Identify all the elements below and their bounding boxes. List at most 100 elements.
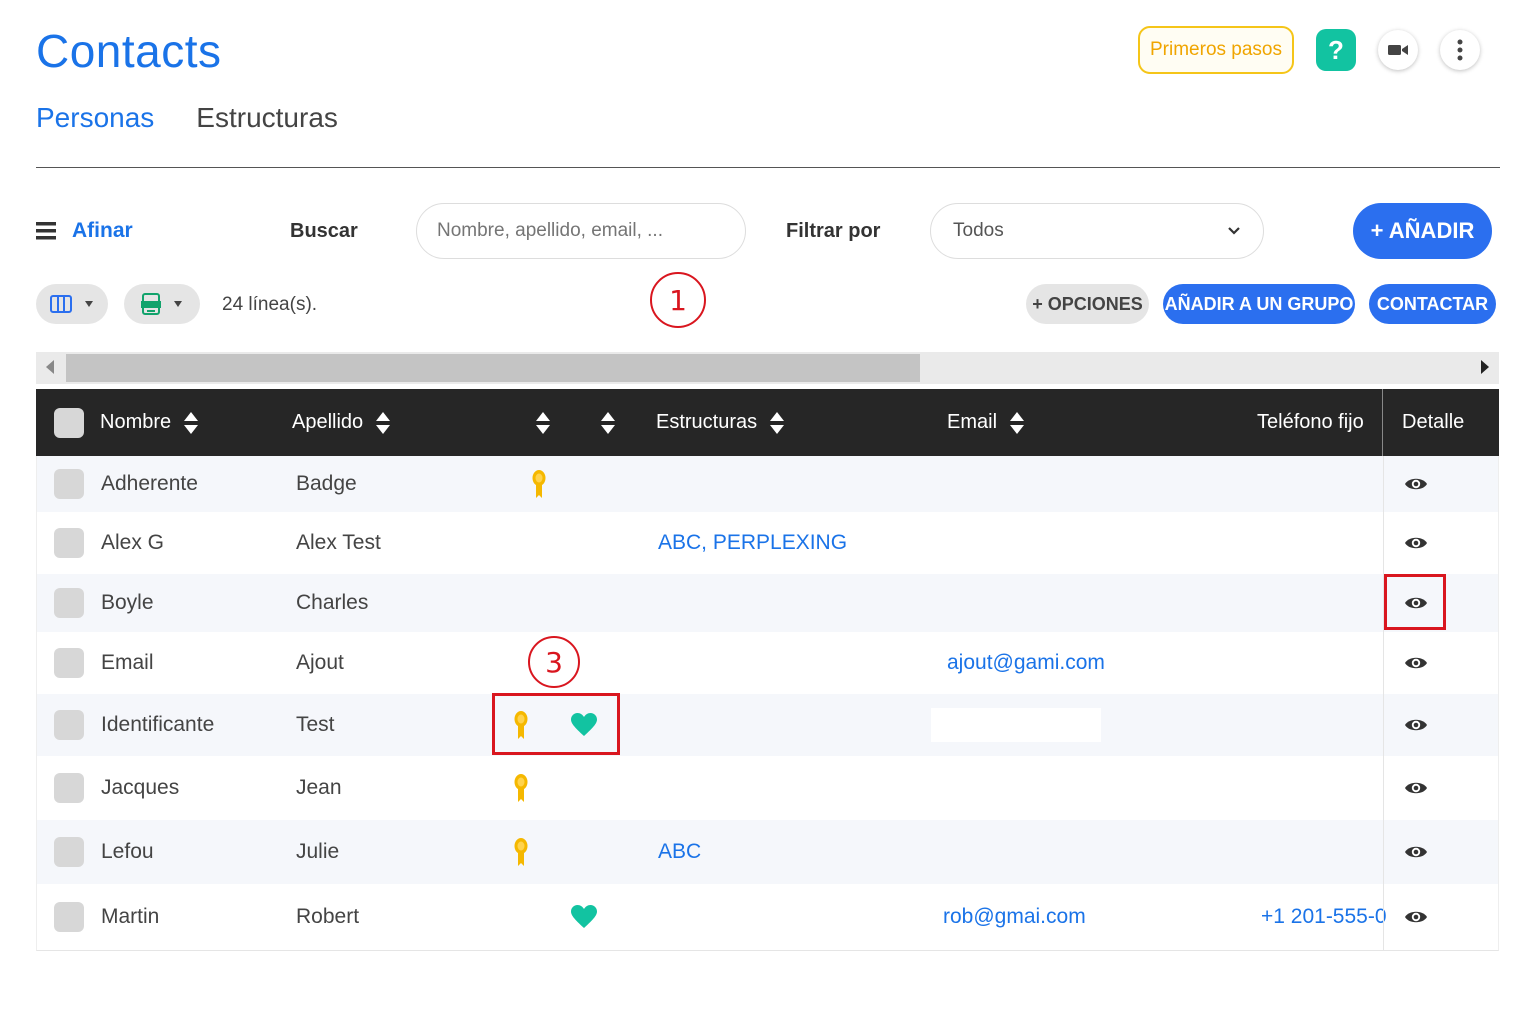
redacted-email [931,694,1101,756]
row-checkbox[interactable] [54,710,84,740]
menu-icon [36,222,56,240]
table-row[interactable]: Adherente Badge [37,456,1498,512]
select-all-checkbox[interactable] [54,407,84,438]
search-input[interactable] [416,203,746,259]
row-count: 24 línea(s). [222,294,318,315]
row-checkbox[interactable] [54,837,84,867]
detail-button[interactable] [1404,820,1428,884]
sort-icon [601,411,615,434]
cell-apellido: Alex Test [296,531,381,554]
add-button[interactable]: + AÑADIR [1353,203,1492,259]
column-apellido[interactable]: Apellido [292,389,391,456]
detail-button[interactable] [1404,512,1428,574]
column-label: Nombre [100,411,172,433]
heart-icon [571,905,597,928]
caret-down-icon [85,301,93,307]
column-label: Email [947,411,998,433]
badge-cell [513,820,529,884]
award-badge-icon [514,774,528,802]
row-checkbox[interactable] [54,588,84,618]
column-separator [1383,456,1384,512]
annotation-box-3 [492,693,620,755]
table-row[interactable]: Email Ajout ajout@gami.com [37,632,1498,694]
afinar-toggle[interactable]: Afinar [36,219,133,243]
tab-personas[interactable]: Personas [36,102,154,134]
row-checkbox[interactable] [54,902,84,932]
add-to-group-button[interactable]: AÑADIR A UN GRUPO [1163,284,1355,324]
column-label: Estructuras [656,411,758,433]
cell-apellido: Julie [296,840,340,863]
cell-apellido: Charles [296,591,369,614]
cell-nombre: Email [101,651,154,674]
favorite-cell[interactable] [571,884,597,950]
filter-value: Todos [953,220,1004,241]
caret-down-icon [174,301,182,307]
row-checkbox[interactable] [54,648,84,678]
annotation-box-2 [1384,574,1446,630]
contact-button[interactable]: CONTACTAR [1369,284,1496,324]
detail-button[interactable] [1404,632,1428,694]
column-detalle: Detalle [1402,411,1465,433]
sort-icon [184,411,199,434]
column-telefono[interactable]: Teléfono fijo [1257,389,1364,456]
scroll-right-arrow[interactable] [1481,360,1489,374]
table-row[interactable]: Lefou Julie ABC [37,820,1498,884]
badge-cell [513,756,529,820]
column-favorite[interactable] [600,389,616,456]
cell-nombre: Adherente [101,472,198,495]
badge-cell [531,456,547,512]
detail-button[interactable] [1404,884,1428,950]
eye-icon [1405,657,1427,669]
eye-icon [1405,782,1427,794]
scroll-left-arrow[interactable] [46,360,54,374]
cell-nombre: Identificante [101,713,215,736]
table-row[interactable]: Martin Robert rob@gmai.com +1 201-555-0 [37,884,1498,950]
horizontal-scrollbar[interactable] [36,352,1499,384]
tab-bar: Personas Estructuras [36,102,338,134]
afinar-label: Afinar [72,219,133,242]
column-separator [1383,632,1384,694]
column-nombre[interactable]: Nombre [100,389,199,456]
column-separator [1383,512,1384,574]
column-badge[interactable] [535,389,551,456]
column-separator [1383,820,1384,884]
video-icon [1388,45,1408,55]
cell-apellido: Test [296,713,335,736]
cell-apellido: Badge [296,472,357,495]
columns-menu-button[interactable] [36,284,108,324]
detail-button[interactable] [1404,456,1428,512]
table-row[interactable]: Identificante Test [37,694,1498,756]
tab-estructuras[interactable]: Estructuras [196,102,338,134]
table-row[interactable]: Boyle Charles [37,574,1498,632]
filter-select[interactable]: Todos [930,203,1264,259]
scroll-thumb[interactable] [66,354,920,382]
table-body: Adherente Badge Alex G Alex Test ABC, PERPLE… [36,456,1499,951]
primeros-pasos-button[interactable]: Primeros pasos [1138,26,1294,74]
row-checkbox[interactable] [54,528,84,558]
table-row[interactable]: Jacques Jean [37,756,1498,820]
help-button[interactable]: ? [1316,29,1356,71]
detail-button[interactable] [1404,694,1428,756]
cell-email[interactable]: ajout@gami.com [947,632,1105,694]
cell-nombre: Alex G [101,531,165,554]
export-menu-button[interactable] [124,284,200,324]
eye-icon [1405,911,1427,923]
eye-icon [1405,537,1427,549]
cell-email[interactable]: rob@gmai.com [943,884,1086,950]
cell-telefono[interactable]: +1 201-555-0 [1261,884,1387,950]
detail-button[interactable] [1404,756,1428,820]
column-email[interactable]: Email [947,389,1025,456]
cell-apellido: Ajout [296,651,344,674]
opciones-button[interactable]: + OPCIONES [1026,284,1149,324]
row-checkbox[interactable] [54,469,84,499]
cell-estructuras[interactable]: ABC, PERPLEXING [658,512,847,574]
eye-icon [1405,846,1427,858]
more-vert-icon [1457,39,1463,61]
cell-estructuras[interactable]: ABC [658,820,701,884]
row-checkbox[interactable] [54,773,84,803]
video-button[interactable] [1378,30,1418,70]
sort-icon [1010,411,1025,434]
more-options-button[interactable] [1440,30,1480,70]
table-row[interactable]: Alex G Alex Test ABC, PERPLEXING [37,512,1498,574]
column-estructuras[interactable]: Estructuras [656,389,785,456]
